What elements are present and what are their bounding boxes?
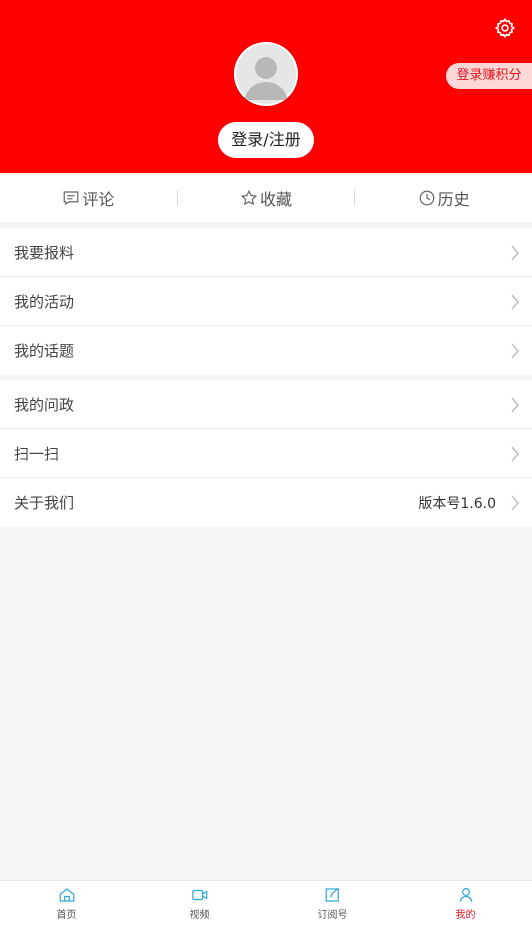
chevron-right-icon [511, 397, 519, 413]
chevron-right-icon [511, 343, 519, 359]
tab-favorites-label: 收藏 [260, 189, 293, 209]
comment-icon [63, 190, 79, 205]
tab-history[interactable]: 历史 [355, 173, 532, 222]
menu-item-about[interactable]: 关于我们 版本号1.6.0 [0, 478, 532, 527]
clock-icon [419, 190, 435, 205]
nav-home[interactable]: 首页 [0, 881, 133, 925]
nav-video-label: 视频 [189, 909, 210, 921]
menu-item-label: 关于我们 [14, 494, 75, 512]
home-icon [59, 887, 74, 902]
user-icon [458, 887, 473, 902]
quick-tabs: 评论 收藏 历史 [0, 173, 532, 222]
nav-mine-label: 我的 [455, 909, 476, 921]
nav-subscriptions-label: 订阅号 [317, 909, 348, 921]
menu-item-report[interactable]: 我要报料 [0, 228, 532, 277]
tab-favorites[interactable]: 收藏 [178, 173, 355, 222]
login-register-button[interactable]: 登录/注册 [218, 122, 314, 158]
star-icon [240, 189, 258, 205]
menu-item-label: 我的问政 [14, 395, 75, 414]
menu-item-label: 扫一扫 [14, 444, 60, 463]
profile-header: 登录赚积分 登录/注册 [0, 0, 532, 173]
nav-subscriptions[interactable]: 订阅号 [266, 881, 399, 925]
chevron-right-icon [511, 245, 519, 261]
version-number: 版本号1.6.0 [418, 495, 496, 512]
menu-item-scan[interactable]: 扫一扫 [0, 429, 532, 478]
video-icon [191, 889, 207, 900]
nav-video[interactable]: 视频 [133, 881, 266, 925]
earn-points-badge[interactable]: 登录赚积分 [446, 63, 532, 89]
menu-item-topics[interactable]: 我的话题 [0, 326, 532, 375]
nav-home-label: 首页 [56, 909, 77, 921]
chevron-right-icon [511, 294, 519, 310]
menu-item-label: 我要报料 [14, 243, 75, 262]
default-avatar-icon [234, 42, 298, 106]
menu-group-2: 我的问政 扫一扫 关于我们 版本号1.6.0 [0, 380, 532, 527]
menu-group-1: 我要报料 我的活动 我的话题 [0, 228, 532, 375]
menu-item-activities[interactable]: 我的活动 [0, 277, 532, 326]
menu-item-label: 我的话题 [14, 342, 75, 360]
tab-comments-label: 评论 [82, 189, 115, 209]
chevron-right-icon [511, 495, 519, 511]
gear-icon[interactable] [494, 17, 516, 39]
bottom-nav: 首页 视频 订阅号 我的 [0, 880, 532, 925]
menu-item-inquiry[interactable]: 我的问政 [0, 380, 532, 429]
avatar[interactable] [234, 42, 298, 106]
edit-icon [325, 887, 339, 902]
nav-mine[interactable]: 我的 [399, 881, 532, 925]
tab-history-label: 历史 [437, 189, 470, 209]
menu-item-label: 我的活动 [14, 292, 75, 311]
tab-comments[interactable]: 评论 [0, 173, 177, 222]
chevron-right-icon [511, 446, 519, 462]
